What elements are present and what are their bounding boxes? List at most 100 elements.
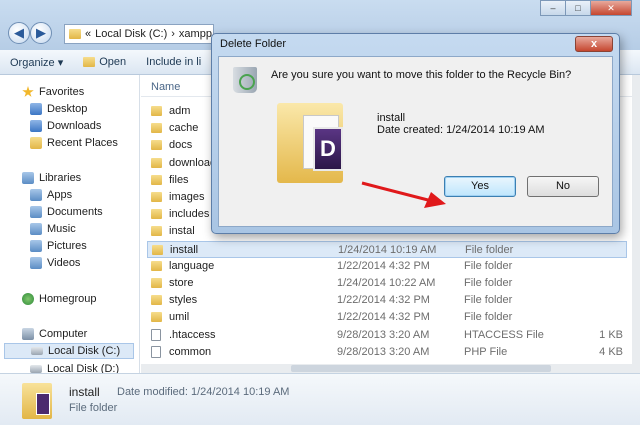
pictures-icon — [30, 240, 42, 252]
breadcrumb-item[interactable]: xampp — [179, 28, 212, 40]
file-type: File folder — [464, 259, 513, 272]
folder-icon — [69, 29, 81, 39]
thumbnail-letter: D — [313, 127, 343, 171]
dialog-close-button[interactable]: x — [575, 36, 613, 52]
close-window-button[interactable]: ✕ — [590, 0, 632, 16]
maximize-button[interactable]: □ — [565, 0, 591, 16]
folder-icon — [151, 295, 162, 306]
file-name: files — [169, 173, 189, 186]
nav-local-disk-c[interactable]: Local Disk (C:) — [4, 343, 134, 359]
table-row[interactable]: common 9/28/2013 3:20 AM PHP File 4 KB — [147, 344, 627, 361]
nav-pictures[interactable]: Pictures — [30, 238, 87, 254]
dialog-question: Are you sure you want to move this folde… — [271, 69, 572, 81]
file-date: 9/28/2013 3:20 AM — [337, 345, 430, 358]
scroll-thumb[interactable] — [291, 365, 551, 372]
file-name: styles — [169, 294, 198, 307]
vertical-scrollbar[interactable] — [632, 75, 640, 364]
nav-label: Homegroup — [39, 293, 97, 305]
table-row[interactable]: language 1/22/2014 4:32 PM File folder — [147, 258, 627, 275]
nav-homegroup[interactable]: Homegroup — [22, 291, 96, 307]
window-controls: – □ ✕ — [540, 0, 632, 16]
file-date: 9/28/2013 3:20 AM — [337, 328, 430, 341]
table-row[interactable]: umil 1/22/2014 4:32 PM File folder — [147, 309, 627, 326]
details-name: install — [69, 385, 100, 399]
dialog-date-created: Date created: 1/24/2014 10:19 AM — [377, 124, 545, 136]
nav-apps[interactable]: Apps — [30, 187, 72, 203]
libraries-icon — [22, 172, 34, 184]
file-name: adm — [169, 105, 191, 117]
breadcrumb-item[interactable]: Local Disk (C:) — [95, 28, 167, 40]
table-row[interactable]: install 1/24/2014 10:19 AM File folder — [147, 240, 627, 258]
nav-recent-places[interactable]: Recent Places — [30, 135, 118, 151]
folder-icon — [151, 123, 162, 134]
nav-desktop[interactable]: Desktop — [30, 101, 87, 117]
yes-button[interactable]: Yes — [444, 176, 516, 197]
file-name: images — [169, 191, 205, 203]
drive-icon — [30, 365, 42, 373]
table-row[interactable]: styles 1/22/2014 4:32 PM File folder — [147, 292, 627, 309]
file-name: cache — [169, 122, 199, 135]
no-button[interactable]: No — [527, 176, 599, 197]
nav-documents[interactable]: Documents — [30, 204, 103, 220]
videos-icon — [30, 257, 42, 269]
include-in-library-button[interactable]: Include in li — [136, 56, 211, 68]
file-name: umil — [169, 311, 190, 324]
folder-icon — [151, 106, 162, 116]
breadcrumb-chevron-icon: « — [85, 28, 92, 40]
nav-videos[interactable]: Videos — [30, 255, 80, 271]
include-label: Include in li — [146, 56, 202, 68]
address-bar[interactable]: « Local Disk (C:) › xampp — [64, 24, 214, 44]
file-type: PHP File — [464, 345, 508, 358]
desktop-icon — [30, 103, 42, 115]
folder-icon — [151, 192, 162, 202]
nav-computer[interactable]: Computer — [22, 326, 87, 342]
dialog-body: Are you sure you want to move this folde… — [218, 56, 613, 227]
file-date: 1/22/2014 4:32 PM — [337, 259, 430, 272]
folder-icon — [151, 209, 162, 220]
nav-local-disk-d[interactable]: Local Disk (D:) — [30, 361, 119, 373]
recent-places-icon — [30, 137, 42, 149]
forward-button[interactable]: ▶ — [30, 22, 52, 44]
file-date: 1/22/2014 4:32 PM — [337, 311, 430, 324]
table-row[interactable]: .htaccess 9/28/2013 3:20 AM HTACCESS File 1… — [147, 327, 627, 344]
table-row[interactable]: store 1/24/2014 10:22 AM File folder — [147, 275, 627, 292]
nav-favorites[interactable]: Favorites — [22, 84, 84, 100]
downloads-icon — [30, 120, 42, 132]
nav-libraries[interactable]: Libraries — [22, 170, 81, 186]
file-type: HTACCESS File — [464, 328, 544, 341]
drive-icon — [31, 347, 43, 355]
nav-label: Music — [47, 223, 76, 235]
horizontal-scrollbar[interactable] — [141, 364, 640, 373]
file-type: File folder — [464, 294, 513, 307]
nav-music[interactable]: Music — [30, 221, 76, 237]
open-button[interactable]: Open — [73, 56, 136, 68]
nav-label: Local Disk (D:) — [47, 363, 120, 373]
back-button[interactable]: ◀ — [8, 22, 30, 44]
file-name: install — [170, 243, 199, 256]
folder-icon — [151, 278, 162, 288]
documents-icon — [30, 206, 42, 218]
file-size: 4 KB — [599, 345, 623, 358]
file-name: language — [169, 259, 215, 272]
column-header-name[interactable]: Name — [151, 81, 180, 93]
star-icon — [22, 86, 34, 97]
recycle-bin-icon — [233, 67, 257, 93]
dialog-folder-name: install — [377, 112, 406, 124]
nav-label: Favorites — [39, 86, 85, 98]
breadcrumb-chevron-icon: › — [171, 28, 175, 40]
file-name: .htaccess — [169, 328, 216, 341]
folder-icon — [151, 226, 162, 237]
nav-label: Videos — [47, 257, 81, 269]
nav-downloads[interactable]: Downloads — [30, 118, 101, 134]
organize-button[interactable]: Organize ▾ — [0, 56, 73, 69]
back-arrow-icon: ◀ — [14, 25, 24, 40]
folder-icon — [151, 157, 162, 168]
open-folder-icon — [83, 57, 96, 67]
file-name: common — [169, 345, 212, 358]
delete-folder-dialog: Delete Folder x Are you sure you want to… — [211, 33, 620, 234]
minimize-button[interactable]: – — [540, 0, 566, 16]
file-icon — [151, 345, 161, 358]
file-icon — [151, 328, 161, 341]
details-type: File folder — [69, 402, 118, 414]
nav-label: Apps — [47, 189, 73, 201]
